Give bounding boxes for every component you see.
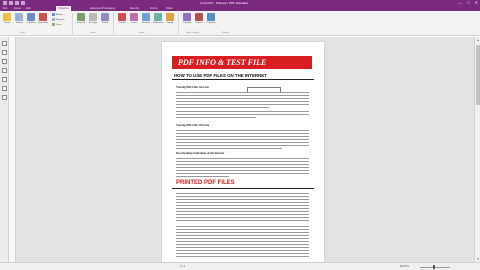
group-label-protect: Protect (222, 32, 229, 34)
scroll-up-icon[interactable]: ▲ (476, 38, 480, 42)
insert-button[interactable]: Insert (128, 13, 140, 31)
fit-page-button[interactable]: Fit Page (87, 13, 99, 31)
attachment-icon[interactable] (2, 68, 7, 73)
select-icon (15, 13, 23, 21)
page-indicator[interactable]: 1 / 1 (180, 265, 185, 268)
paragraph (176, 158, 309, 179)
zoom-level[interactable]: 82.57% (400, 265, 409, 268)
app-icon (3, 1, 7, 5)
stamp-button[interactable]: Stamp (164, 13, 176, 31)
zoom-slider[interactable] (420, 266, 450, 268)
compare-button[interactable]: Compare (205, 13, 217, 31)
form-icon (77, 13, 85, 21)
paragraph (176, 193, 309, 223)
form-fill-button[interactable]: Form Fill (75, 13, 87, 31)
zoom-icon (52, 23, 55, 26)
paragraph (176, 130, 309, 151)
save-icon[interactable] (9, 1, 13, 5)
signature-icon[interactable] (2, 86, 7, 91)
paragraph (176, 226, 309, 259)
group-separator (72, 13, 73, 34)
paragraph (176, 111, 309, 120)
undo-icon[interactable] (15, 1, 19, 5)
page-thumbnail-icon[interactable] (2, 50, 7, 55)
reflow-icon (52, 13, 55, 16)
subheading-download-limits: Downloading Limitations of the Internet (176, 152, 225, 155)
combine-icon (183, 13, 191, 21)
navigation-panel (0, 37, 9, 262)
window-title: Foxit PDF - Phantom PDF Standard (200, 1, 248, 5)
scroll-thumb[interactable] (476, 45, 480, 105)
marquee-icon (52, 18, 55, 21)
hand-icon (3, 13, 11, 21)
side-panel (9, 37, 16, 262)
rotate-icon (101, 13, 109, 21)
headers-button[interactable]: Headers (140, 13, 152, 31)
status-bar: 1 / 1 82.57% (0, 262, 480, 270)
combine-button[interactable]: Combine (181, 13, 193, 31)
insert-icon (130, 13, 138, 21)
bookmark-icon[interactable] (2, 41, 7, 46)
divider (172, 79, 314, 80)
group-label-zoom: Zoom (90, 32, 96, 34)
watermark-button[interactable]: Watermark (152, 13, 164, 31)
fit-page-icon (89, 13, 97, 21)
group-label-tools: Tools (20, 32, 26, 34)
scroll-down-icon[interactable]: ▼ (476, 257, 480, 261)
convert-icon (195, 13, 203, 21)
pdf-banner: PDF INFO & TEST FILE (172, 56, 312, 69)
heading-how-to-use: HOW TO USE PDF FILES ON THE INTERNET (174, 73, 267, 78)
create-icon (118, 13, 126, 21)
select-button[interactable]: Select (13, 13, 25, 31)
quick-access-toolbar (3, 1, 25, 5)
group-label-create: Create (138, 32, 145, 34)
subheading-viewing-online: Viewing PDF Files On-Line (176, 86, 209, 89)
typewriter-button[interactable]: Typewriter (37, 13, 49, 31)
group-separator (113, 13, 114, 34)
typewriter-icon (39, 13, 47, 21)
comment-icon[interactable] (2, 77, 7, 82)
zoom-button[interactable]: Zoom (52, 23, 62, 26)
group-separator (178, 13, 179, 34)
header-icon (142, 13, 150, 21)
divider (172, 188, 314, 189)
rotate-button[interactable]: Rotate (99, 13, 111, 31)
ribbon: Hand Select Link/Note Typewriter Reflow … (0, 11, 480, 36)
layers-icon[interactable] (2, 59, 7, 64)
vertical-scrollbar[interactable]: ▲ ▼ (474, 37, 480, 262)
marquee-button[interactable]: Marquee (52, 18, 65, 21)
subheading-viewing-offline: Viewing PDF Files Off-Line (176, 124, 210, 127)
link-button[interactable]: Link/Note (25, 13, 37, 31)
group-label-page-display: Page Display (186, 32, 199, 34)
watermark-icon (154, 13, 162, 21)
link-icon (27, 13, 35, 21)
compare-icon (207, 13, 215, 21)
convert-button[interactable]: Convert (193, 13, 205, 31)
zoom-slider-knob[interactable] (433, 265, 435, 269)
pdf-page: PDF INFO & TEST FILE HOW TO USE PDF FILE… (162, 42, 324, 262)
heading-printed-pdf: PRINTED PDF FILES (176, 180, 235, 186)
stamp-icon (166, 13, 174, 21)
paragraph (176, 92, 309, 110)
redo-icon[interactable] (21, 1, 25, 5)
hand-button[interactable]: Hand (1, 13, 13, 31)
create-button[interactable]: Create (116, 13, 128, 31)
security-icon[interactable] (2, 95, 7, 100)
reflow-button[interactable]: Reflow (52, 13, 63, 16)
